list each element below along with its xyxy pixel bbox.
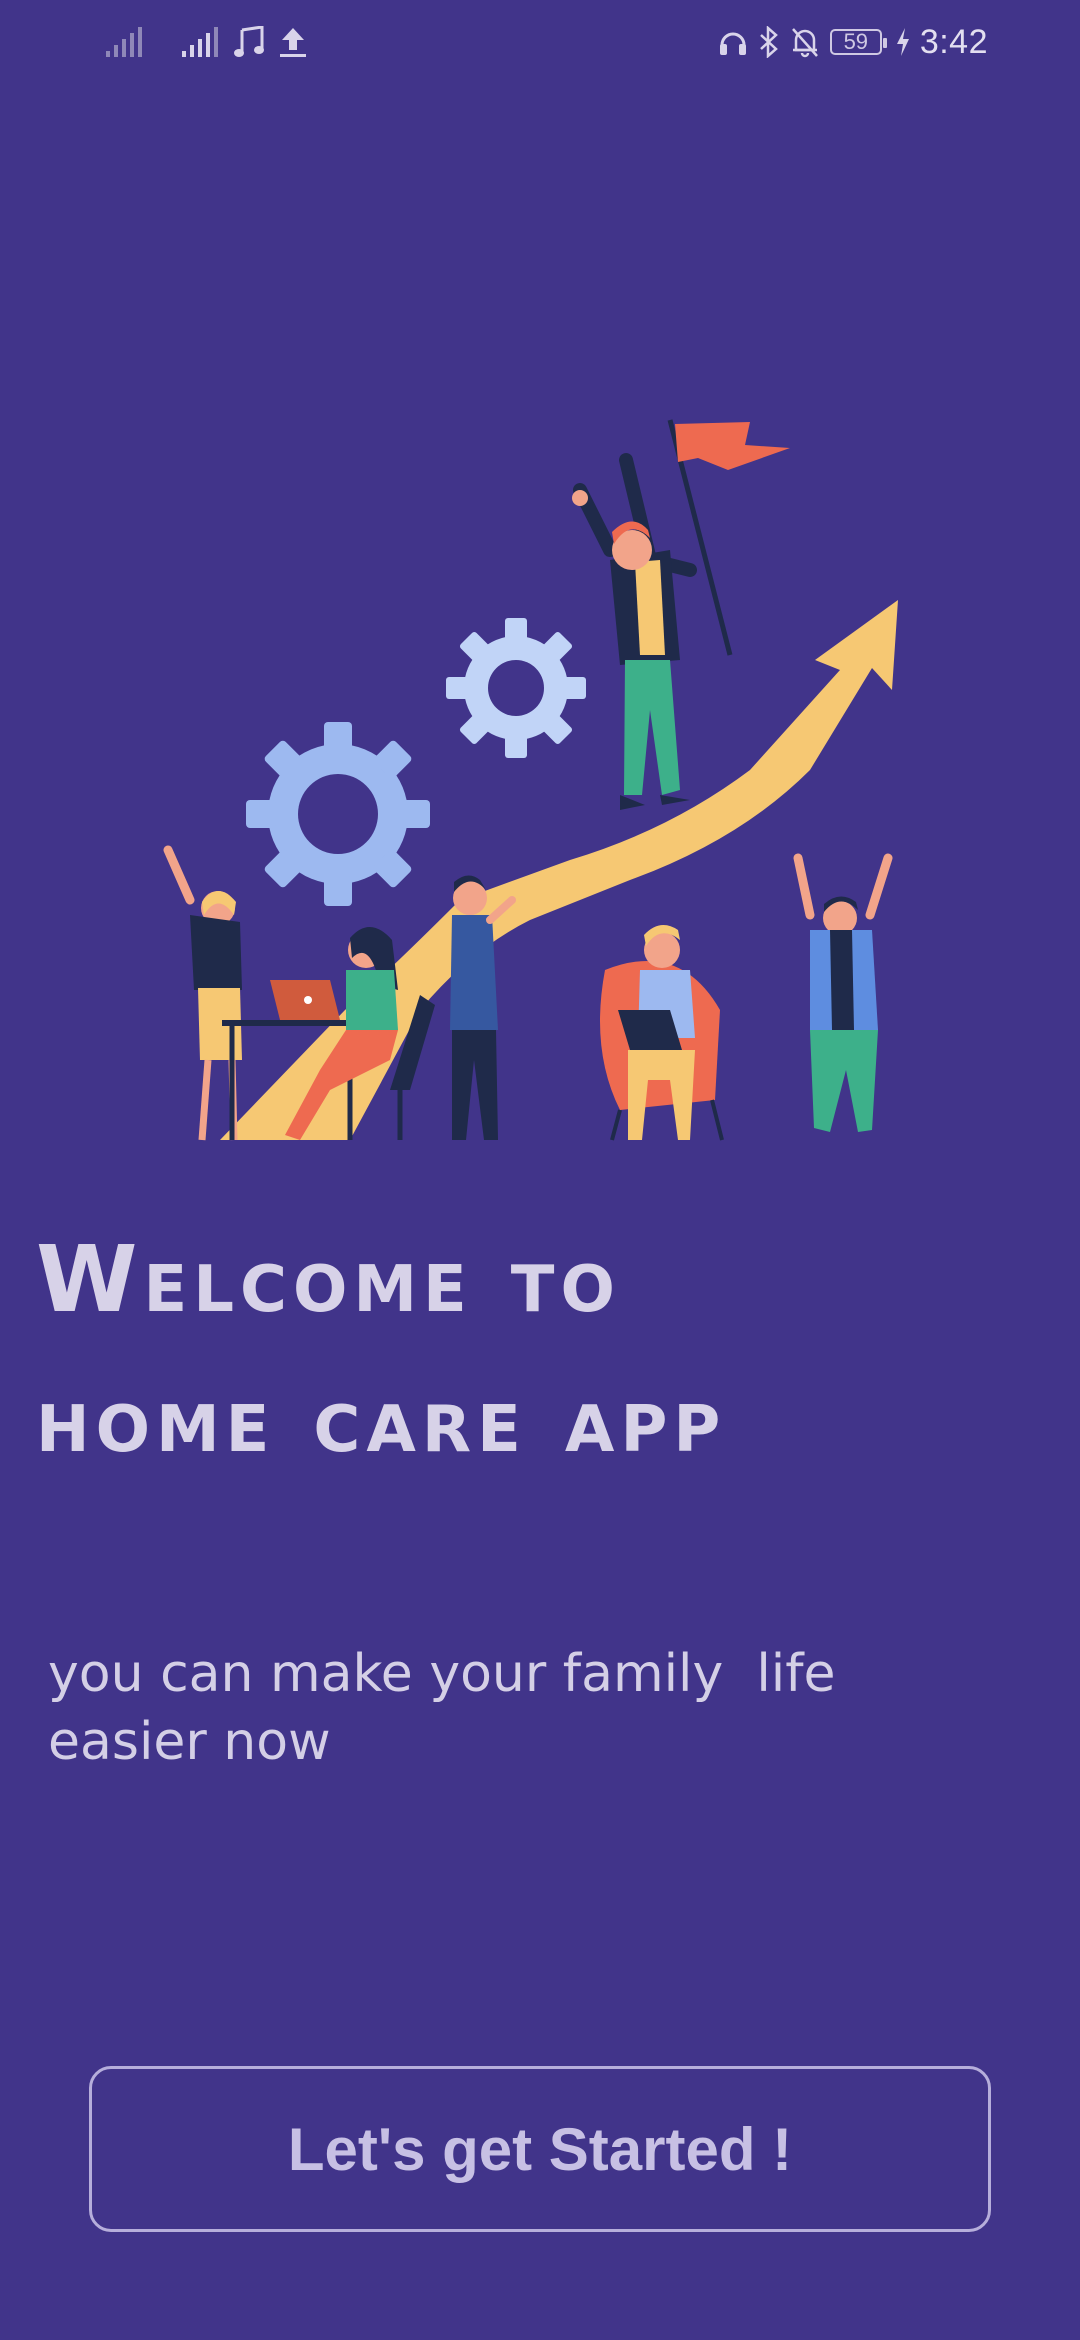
status-bar-left (104, 20, 308, 64)
status-bar: 59 3:42 (0, 0, 1080, 84)
large-gear-icon (246, 722, 430, 906)
welcome-subtitle-line1: you can make your family life (48, 1644, 836, 1704)
flag-person-icon (572, 419, 790, 810)
status-bar-right: 59 3:42 (718, 20, 988, 64)
battery-indicator: 59 (829, 29, 887, 55)
status-time: 3:42 (919, 22, 988, 61)
upload-icon (278, 26, 308, 58)
welcome-title: Welcome to home care app (36, 1210, 1036, 1490)
small-gear-icon (446, 618, 586, 758)
bluetooth-icon (758, 26, 780, 58)
armchair-man-icon (600, 925, 724, 1141)
hero-illustration (150, 410, 910, 1150)
welcome-title-line1: Welcome to (36, 1226, 621, 1333)
charging-icon (896, 28, 910, 56)
bell-off-icon (790, 26, 820, 58)
signal-weak-icon (104, 27, 144, 57)
get-started-button[interactable]: Let's get Started ! (89, 2066, 991, 2232)
music-note-icon (234, 26, 264, 58)
headphones-icon (718, 27, 748, 57)
welcome-subtitle-line2: easier now (48, 1712, 331, 1772)
cheering-man-icon (793, 853, 893, 1132)
signal-icon (180, 27, 220, 57)
welcome-subtitle: you can make your family life easier now (48, 1640, 868, 1776)
welcome-title-line2: home care app (36, 1366, 727, 1473)
